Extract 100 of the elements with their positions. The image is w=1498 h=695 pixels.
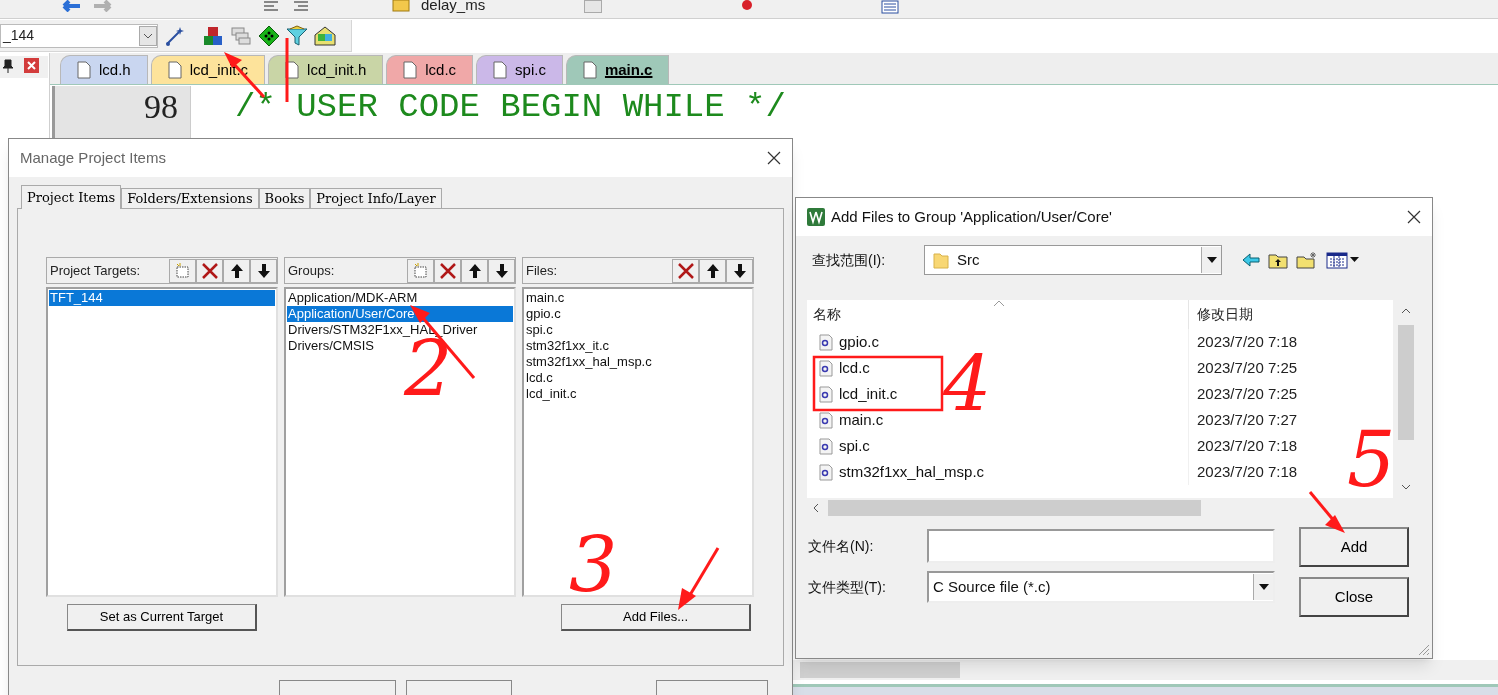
file-tab[interactable]: lcd_init.h xyxy=(268,55,384,84)
new-icon xyxy=(173,261,192,280)
cancel-button-edge[interactable] xyxy=(406,680,512,695)
new-button[interactable] xyxy=(169,258,196,283)
list-item[interactable]: Application/User/Core xyxy=(287,306,513,322)
record-icon[interactable] xyxy=(740,0,754,12)
dialog-button[interactable]: Set as Current Target xyxy=(67,604,257,631)
file-name[interactable]: main.c xyxy=(839,408,884,432)
function-box[interactable]: delay_ms xyxy=(421,0,486,17)
file-name[interactable]: lcd.c xyxy=(839,356,870,380)
ok-button-edge[interactable] xyxy=(279,680,396,695)
c-file-icon xyxy=(819,333,833,351)
caret-icon xyxy=(1206,257,1217,263)
dialog-tab[interactable]: Folders/Extensions xyxy=(121,188,259,208)
c-file-icon xyxy=(819,463,833,481)
chevron-icon xyxy=(143,32,153,39)
file-list[interactable]: 名称 修改日期 gpio.c 2023/7/20 7:18 lcd.c 2023/7/20 7:25 lcd_init.c 2023/7/20 7:25 main.c 2023/7/20 7:27 spi.c 2023/7/20 7:18 stm32f1xx_hal_msp.c 2023/7/20 7:18 4 5 xyxy=(807,300,1393,498)
chevron-down-icon[interactable] xyxy=(1401,484,1411,490)
c-file-icon xyxy=(819,385,833,403)
pin-icon[interactable] xyxy=(2,59,14,73)
annotation-arrow xyxy=(1308,491,1345,533)
caret-icon xyxy=(1258,584,1269,590)
view-menu-icon[interactable] xyxy=(1326,251,1360,269)
package-icon[interactable] xyxy=(314,24,336,47)
code-line: /* USER CODE BEGIN WHILE */ xyxy=(235,87,787,124)
annotation-arrow xyxy=(678,547,720,610)
file-name[interactable]: spi.c xyxy=(839,434,870,458)
delete-icon xyxy=(676,261,695,280)
back-icon[interactable] xyxy=(62,0,82,12)
list-item[interactable]: lcd.c xyxy=(525,370,751,386)
dialog-button[interactable]: Close xyxy=(1299,577,1409,617)
close-icon[interactable] xyxy=(1407,210,1421,224)
file-name[interactable]: gpio.c xyxy=(839,330,880,354)
move-up-button[interactable] xyxy=(223,258,250,283)
dialog-button[interactable]: Add Files... xyxy=(561,604,751,631)
dialog-tab[interactable]: Project Info/Layer xyxy=(310,188,442,208)
annotation-number: 4 xyxy=(943,346,992,422)
column-header[interactable]: 名称 xyxy=(807,300,1189,329)
indent-icon[interactable] xyxy=(262,0,280,12)
folder-up-icon[interactable] xyxy=(1268,251,1288,269)
table-cell-text: 2023/7/20 7:18 xyxy=(1197,461,1298,482)
delete-button[interactable] xyxy=(434,258,461,283)
field-label: 文件名(N): xyxy=(808,536,875,556)
dialog-tab[interactable]: Books xyxy=(258,188,311,208)
delete-button[interactable] xyxy=(196,258,223,283)
list-box[interactable]: TFT_144 xyxy=(46,287,278,597)
input-field[interactable] xyxy=(927,529,1275,563)
list-item[interactable]: gpio.c xyxy=(525,306,751,322)
chevron-up-icon[interactable] xyxy=(1401,308,1411,314)
file-tab[interactable]: spi.c xyxy=(476,55,563,84)
table-cell-text: 2023/7/20 7:25 xyxy=(1197,357,1298,378)
list-box[interactable]: main.c gpio.c spi.c stm32f1xx_it.c stm32f1xx_hal_msp.c lcd.c lcd_init.c 3 xyxy=(522,287,754,597)
chevron-left-icon[interactable] xyxy=(813,503,819,513)
funnel-icon[interactable] xyxy=(286,24,308,47)
dropdown-button[interactable] xyxy=(1201,247,1221,273)
list-item[interactable]: main.c xyxy=(525,290,751,306)
table-cell-text: 2023/7/20 7:18 xyxy=(1197,331,1298,352)
new-folder-icon[interactable] xyxy=(1296,251,1318,269)
delete-button[interactable] xyxy=(672,258,699,283)
resize-grip-icon[interactable] xyxy=(1418,644,1430,656)
column-header[interactable]: 修改日期 xyxy=(1189,300,1393,329)
document-icon xyxy=(582,61,597,79)
list-item[interactable]: Application/MDK-ARM xyxy=(287,290,513,306)
move-down-button[interactable] xyxy=(488,258,515,283)
c-file-icon xyxy=(819,411,833,429)
move-down-button[interactable] xyxy=(250,258,277,283)
list-icon[interactable] xyxy=(880,0,900,14)
scrollbar[interactable] xyxy=(800,662,960,678)
dialog-button[interactable]: Add xyxy=(1299,527,1409,567)
move-down-button[interactable] xyxy=(726,258,753,283)
file-tab[interactable]: main.c xyxy=(565,55,670,84)
dropdown-button[interactable] xyxy=(1253,574,1273,600)
diamond-icon[interactable] xyxy=(258,24,280,47)
folder-select[interactable]: Src xyxy=(924,245,1222,275)
file-name[interactable]: lcd_init.c xyxy=(839,382,898,406)
close-icon[interactable] xyxy=(767,151,781,165)
new-button[interactable] xyxy=(407,258,434,283)
list-item[interactable]: stm32f1xx_it.c xyxy=(525,338,751,354)
dialog-title: Manage Project Items xyxy=(20,147,166,168)
target-select[interactable]: _144 xyxy=(0,23,158,48)
app-icon xyxy=(807,208,825,226)
move-up-button[interactable] xyxy=(461,258,488,283)
folder-icon xyxy=(933,251,949,269)
list-item[interactable]: stm32f1xx_hal_msp.c xyxy=(525,354,751,370)
dialog-tab[interactable]: Project Items xyxy=(21,185,122,209)
file-name[interactable]: stm32f1xx_hal_msp.c xyxy=(839,460,985,484)
move-up-button[interactable] xyxy=(699,258,726,283)
file-tab[interactable]: lcd.h xyxy=(60,55,148,84)
document-icon xyxy=(403,61,418,79)
outdent-icon[interactable] xyxy=(292,0,310,12)
file-type-select[interactable]: C Source file (*.c) xyxy=(927,571,1275,603)
help-button-edge[interactable] xyxy=(656,680,768,695)
components-icon[interactable] xyxy=(202,24,224,47)
list-item[interactable]: lcd_init.c xyxy=(525,386,751,402)
panel-label: Project Targets: xyxy=(50,261,141,280)
back-icon[interactable] xyxy=(1242,253,1260,267)
list-item[interactable]: spi.c xyxy=(525,322,751,338)
file-tab[interactable]: lcd.c xyxy=(386,55,474,84)
list-item[interactable]: TFT_144 xyxy=(49,290,275,306)
sort-icon xyxy=(993,300,1005,307)
